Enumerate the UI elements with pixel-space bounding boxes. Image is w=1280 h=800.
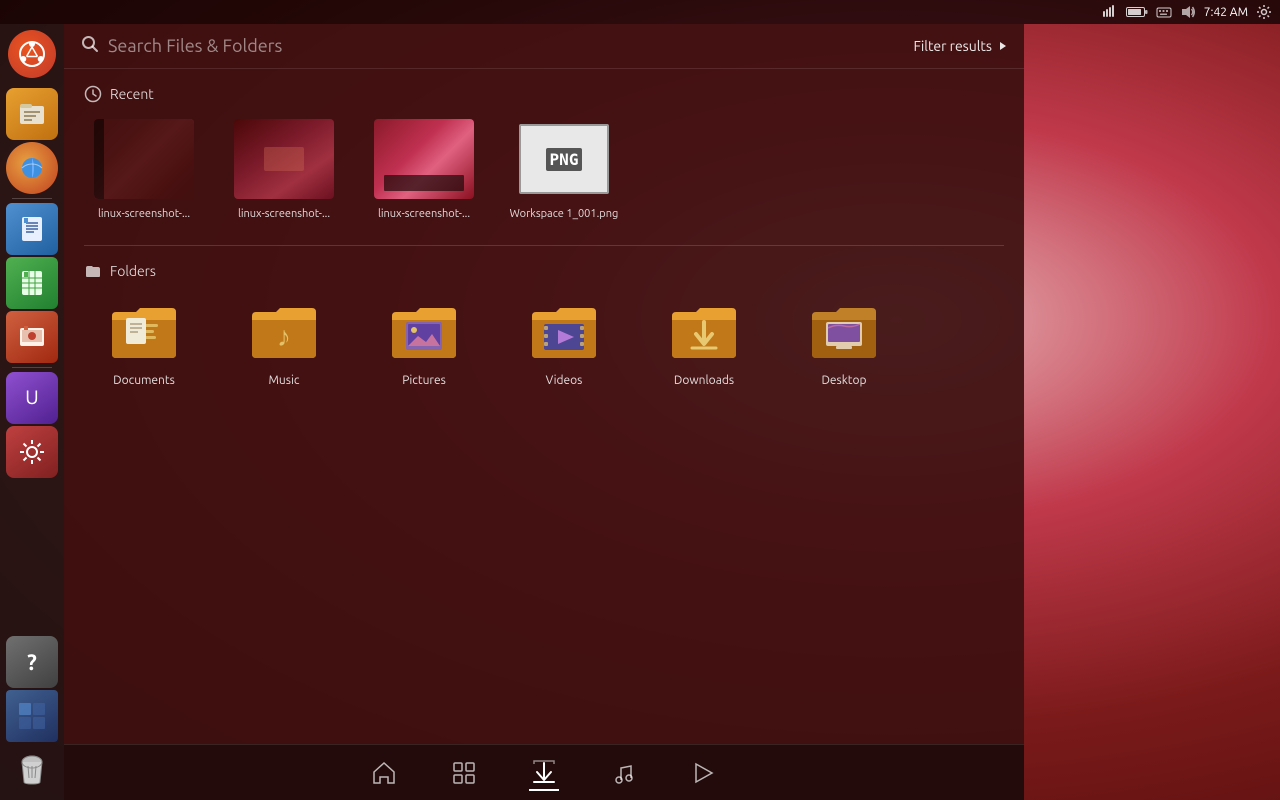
recent-file-3[interactable]: linux-screenshot-... [364,119,484,221]
home-nav-item[interactable] [368,757,400,789]
search-bar: Filter results [64,24,1024,69]
recent-file-2[interactable]: linux-screenshot-... [224,119,344,221]
search-icon [80,34,100,58]
libreoffice-writer-launcher[interactable] [6,203,58,255]
help-launcher[interactable]: ? [6,636,58,688]
svg-text:U: U [25,385,39,408]
recent-files-grid: linux-screenshot-... linux-screenshot-..… [84,119,1004,221]
folder-downloads[interactable]: Downloads [644,296,764,387]
search-input[interactable] [108,36,906,56]
volume-indicator[interactable] [1180,4,1196,20]
recent-file-workspace-png[interactable]: PNG Workspace 1_001.png [504,119,624,221]
file-thumb-2 [234,119,334,199]
folder-section-icon [84,262,102,280]
folder-music[interactable]: ♪ Music [224,296,344,387]
filter-results-button[interactable]: Filter results [914,38,1008,54]
file-thumb-3 [374,119,474,199]
dash-content: Recent linux-screenshot-... [64,69,1024,744]
recent-file-1[interactable]: linux-screenshot-... [84,119,204,221]
libreoffice-calc-launcher[interactable] [6,257,58,309]
clock-icon [84,85,102,103]
svg-text:♪: ♪ [277,321,291,352]
unity-tweak-launcher[interactable]: U [6,372,58,424]
system-settings[interactable] [1256,4,1272,20]
folders-grid: Documents ♪ Music [84,296,1004,387]
libreoffice-impress-launcher[interactable] [6,311,58,363]
files-launcher-item[interactable] [6,88,58,140]
folder-videos-icon [524,296,604,366]
trash-launcher[interactable] [6,744,58,796]
ubuntu-button[interactable] [6,28,58,80]
workspace-launcher[interactable] [6,690,58,742]
top-bar: 7:42 AM [0,0,1280,24]
video-nav-item[interactable] [688,757,720,789]
battery-indicator[interactable] [1126,6,1148,18]
keyboard-indicator[interactable] [1156,4,1172,20]
apps-nav-item[interactable] [448,757,480,789]
folder-desktop-icon [804,296,884,366]
sections-divider [84,245,1004,246]
firefox-launcher-item[interactable] [6,142,58,194]
folder-downloads-icon [664,296,744,366]
folders-section-header: Folders [84,262,1004,280]
system-tools-launcher[interactable] [6,426,58,478]
bottom-nav [64,744,1024,800]
recent-section-header: Recent [84,85,1004,103]
folder-documents-icon [104,296,184,366]
music-nav-item[interactable] [608,757,640,789]
folder-videos[interactable]: Videos [504,296,624,387]
launcher-sep-1 [12,198,52,199]
folder-documents[interactable]: Documents [84,296,204,387]
launcher-sep-2 [12,367,52,368]
unity-launcher: U ? [0,24,64,800]
folder-desktop[interactable]: Desktop [784,296,904,387]
folder-pictures-icon [384,296,464,366]
files-nav-item[interactable] [528,757,560,789]
file-thumb-png: PNG [514,119,614,199]
folder-music-icon: ♪ [244,296,324,366]
dash-overlay: Filter results Recent [64,24,1024,800]
folder-pictures[interactable]: Pictures [364,296,484,387]
file-thumb-1 [94,119,194,199]
time-display[interactable]: 7:42 AM [1204,6,1248,19]
network-indicator[interactable] [1102,4,1118,20]
